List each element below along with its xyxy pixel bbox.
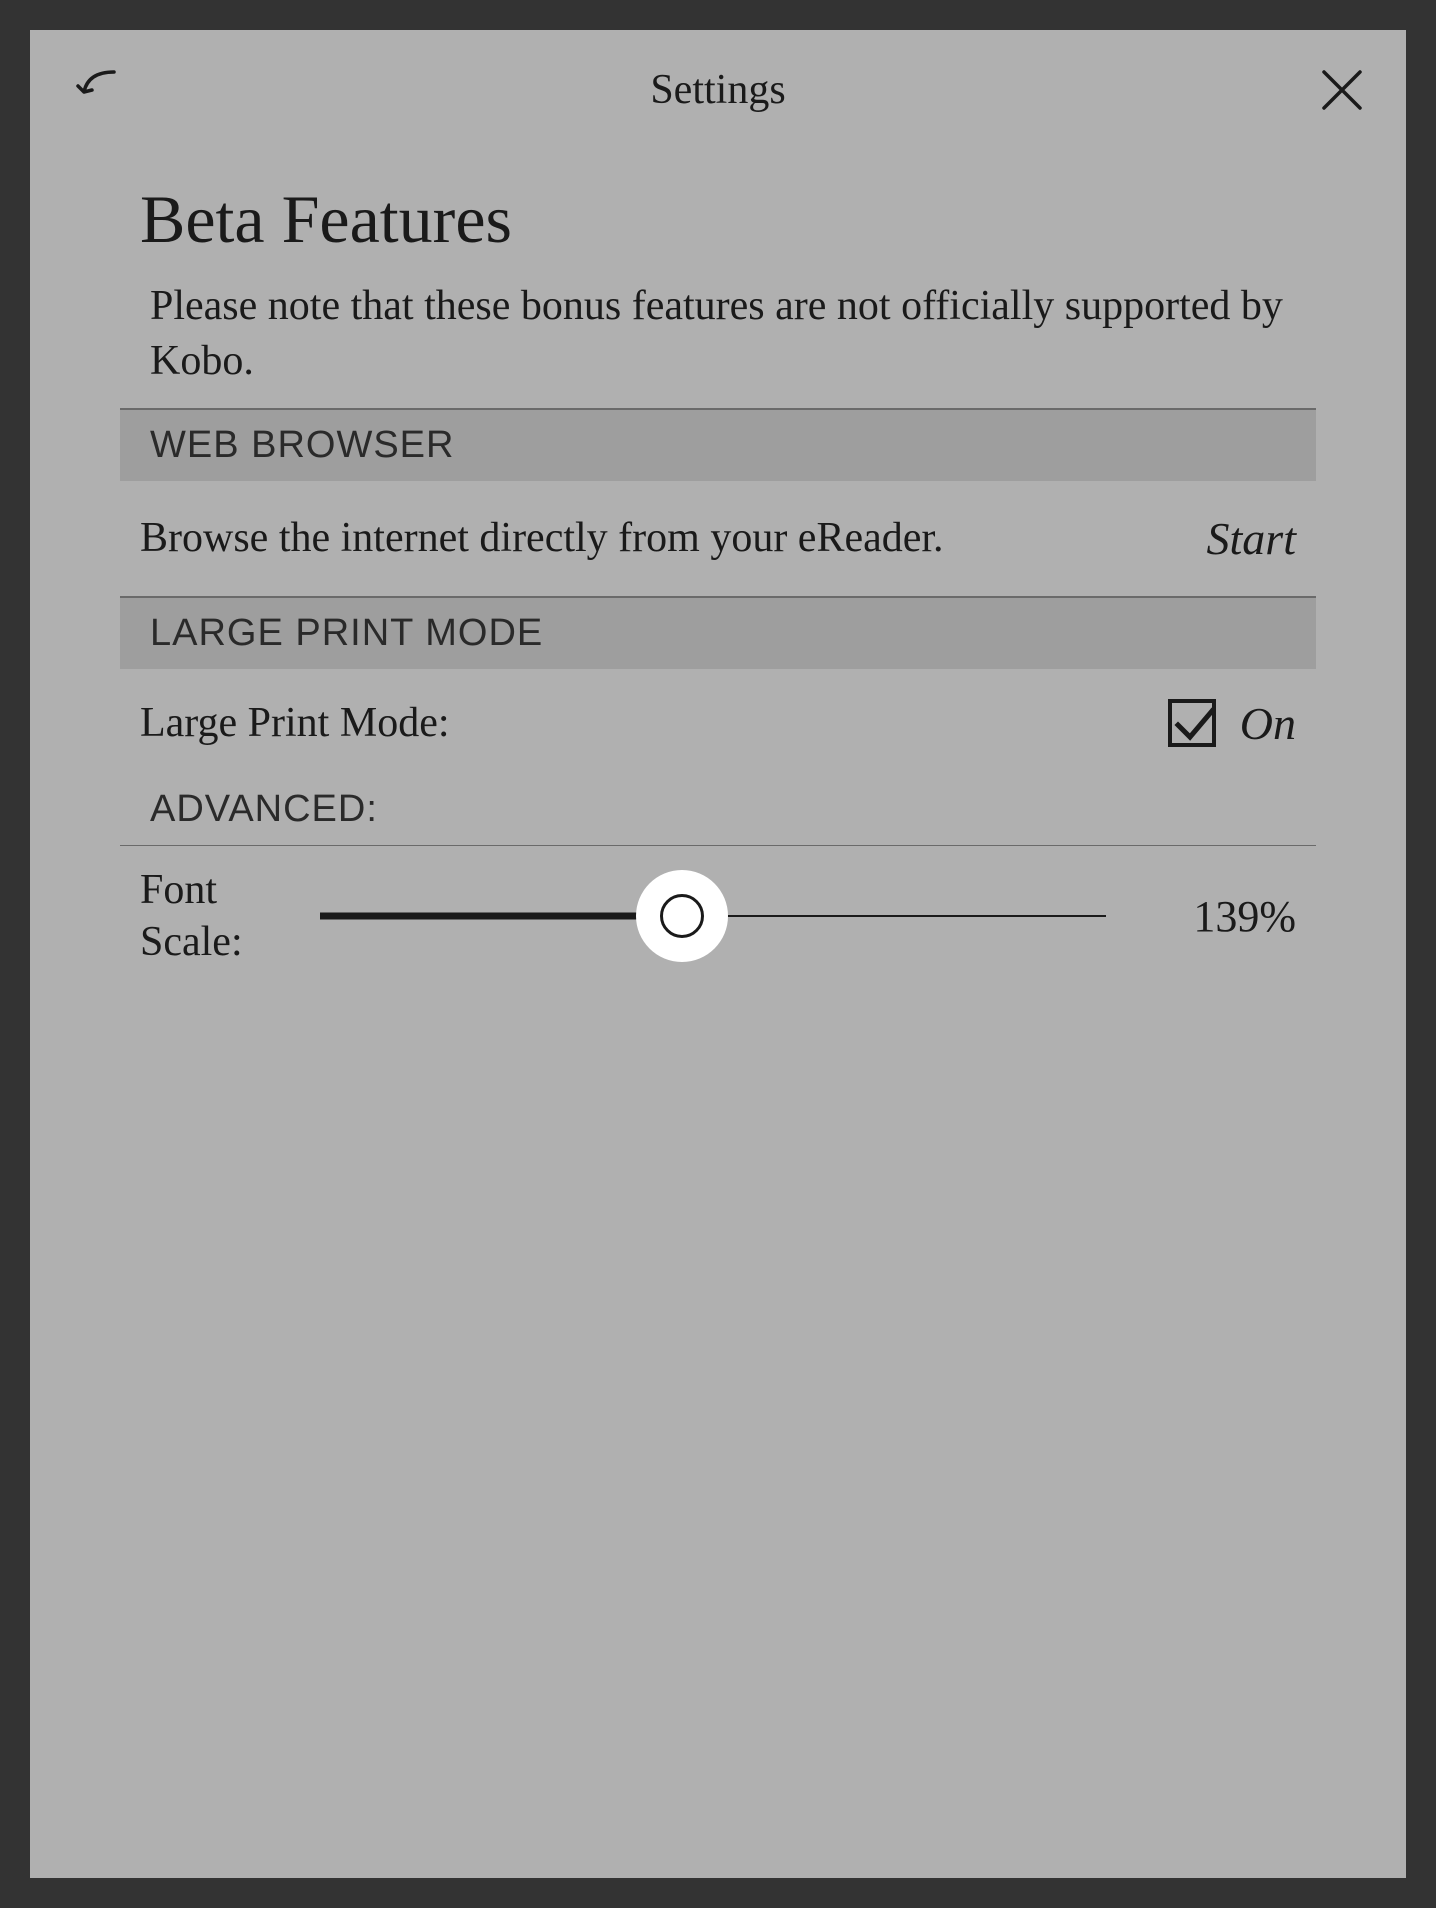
font-scale-value: 139% [1146, 891, 1296, 942]
header-bar: Settings [30, 30, 1406, 150]
slider-fill [320, 913, 682, 920]
back-button[interactable] [70, 62, 126, 118]
large-print-mode-state: On [1240, 697, 1296, 750]
page-title: Beta Features [30, 180, 1406, 279]
large-print-mode-checkbox[interactable] [1168, 699, 1216, 747]
close-icon [1318, 66, 1366, 114]
slider-thumb[interactable] [636, 870, 728, 962]
settings-screen: Settings Beta Features Please note that … [30, 30, 1406, 1878]
section-header-web-browser: WEB BROWSER [120, 408, 1316, 481]
page-subtitle: Please note that these bonus features ar… [30, 279, 1406, 408]
font-scale-slider[interactable] [320, 876, 1106, 956]
web-browser-description: Browse the internet directly from your e… [140, 511, 944, 566]
large-print-mode-label: Large Print Mode: [140, 699, 450, 747]
close-button[interactable] [1318, 66, 1366, 114]
web-browser-start-button[interactable]: Start [1207, 512, 1296, 565]
advanced-label: ADVANCED: [30, 760, 1406, 845]
header-title: Settings [650, 66, 785, 114]
back-arrow-icon [70, 62, 126, 118]
section-header-large-print: LARGE PRINT MODE [120, 596, 1316, 669]
checkmark-icon [1170, 701, 1218, 749]
content-area: Beta Features Please note that these bon… [30, 150, 1406, 969]
web-browser-row: Browse the internet directly from your e… [30, 481, 1406, 596]
large-print-mode-control: On [1168, 697, 1296, 750]
font-scale-row: Font Scale: 139% [30, 846, 1406, 969]
font-scale-label: Font Scale: [140, 864, 280, 969]
slider-thumb-inner-icon [660, 894, 704, 938]
large-print-mode-row: Large Print Mode: On [30, 669, 1406, 760]
